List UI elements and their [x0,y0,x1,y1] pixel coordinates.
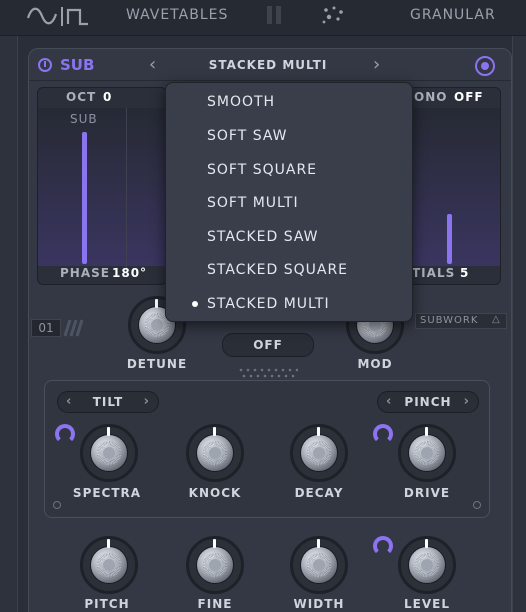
partials-bar [447,214,452,264]
mod-label: MOD [357,357,393,371]
mod-arc-icon[interactable] [373,536,393,556]
dropdown-item-label: STACKED SQUARE [207,262,349,278]
sub-display-left: OCT 0 SUB PHASE 180° [37,87,167,285]
dropdown-item-stacked-multi[interactable]: STACKED MULTI [166,288,412,320]
dropdown-item-stacked-square[interactable]: STACKED SQUARE [166,254,412,286]
preset-name[interactable]: STACKED MULTI [179,58,357,72]
dropdown-item-label: STACKED MULTI [207,296,330,312]
detune-label: DETUNE [126,357,188,371]
tilt-label: TILT [92,395,124,409]
chevron-right-icon[interactable]: › [144,392,150,412]
spectra-knob[interactable] [80,424,138,482]
oct-label: OCT [66,90,97,104]
spectra-label: SPECTRA [72,486,142,500]
level-knob[interactable] [398,536,456,594]
chevron-left-icon[interactable]: ‹ [386,392,392,412]
level-label: LEVEL [404,597,450,611]
partials-value[interactable]: 5 [460,266,469,280]
subwork-strip[interactable]: SUBWORK △ [415,313,507,329]
chevron-right-icon[interactable]: › [464,392,470,412]
panel-header: SUB ‹ STACKED MULTI › [29,49,511,81]
waveform-dropdown: SMOOTH SOFT SAW SOFT SQUARE SOFT MULTI S… [165,82,413,322]
pinch-selector[interactable]: ‹ PINCH › [377,391,479,413]
mono-value[interactable]: OFF [454,90,484,104]
dropdown-item-soft-multi[interactable]: SOFT MULTI [166,187,412,219]
width-knob[interactable] [290,536,348,594]
left-edge-strip [0,36,18,612]
subwork-label: SUBWORK [420,315,479,326]
phase-value[interactable]: 180° [112,266,147,280]
decay-label: DECAY [294,486,344,500]
top-bar: WAVETABLES GRANULAR [0,0,526,36]
dropdown-item-label: SMOOTH [207,94,276,110]
display-gradient [38,108,166,266]
width-label: WIDTH [293,597,345,611]
right-edge-strip [512,36,526,612]
drive-knob[interactable] [398,424,456,482]
mod-arc-icon[interactable] [373,424,393,444]
slot-stripes-icon [63,319,84,337]
sub-level-bar [82,132,87,264]
knock-label: KNOCK [188,486,242,500]
drive-label: DRIVE [403,486,451,500]
fine-knob[interactable] [186,536,244,594]
pause-icon [267,6,281,24]
dropdown-item-smooth[interactable]: SMOOTH [166,86,412,118]
knock-knob[interactable] [186,424,244,482]
dropdown-item-label: SOFT MULTI [207,195,299,211]
dropdown-item-label: SOFT SAW [207,128,288,144]
phase-label: PHASE [60,266,110,280]
off-button[interactable]: OFF [222,333,314,357]
fine-label: FINE [197,597,233,611]
power-icon[interactable] [38,58,52,72]
dropdown-item-label: SOFT SQUARE [207,162,318,178]
triangle-icon: △ [492,314,500,325]
waveform-icon[interactable] [26,4,96,28]
dropdown-item-soft-square[interactable]: SOFT SQUARE [166,154,412,186]
chevron-left-icon[interactable]: ‹ [66,392,72,412]
sub-wave-label: SUB [70,112,98,126]
mod-arc-icon[interactable] [55,424,75,444]
panel-title: SUB [60,56,95,74]
target-icon[interactable] [475,56,495,76]
chevron-left-icon[interactable]: ‹ [149,54,156,75]
mono-label: ONO [414,90,448,104]
chevron-right-icon[interactable]: › [373,54,380,75]
slot-number: 01 [31,319,61,337]
tilt-selector[interactable]: ‹ TILT › [57,391,159,413]
selected-bullet-icon [192,301,198,307]
particles-icon[interactable] [320,4,346,26]
corner-dot [53,501,61,509]
pinch-label: PINCH [404,395,452,409]
decay-knob[interactable] [290,424,348,482]
dropdown-item-label: STACKED SAW [207,229,319,245]
pitch-label: PITCH [84,597,130,611]
dropdown-item-soft-saw[interactable]: SOFT SAW [166,120,412,152]
pitch-knob[interactable] [80,536,138,594]
dropdown-item-stacked-saw[interactable]: STACKED SAW [166,221,412,253]
tab-wavetables[interactable]: WAVETABLES [126,7,228,23]
corner-dot [473,501,481,509]
display-divider [126,108,127,268]
partials-label: TIALS [412,266,456,280]
oct-value[interactable]: 0 [103,90,112,104]
tab-granular[interactable]: GRANULAR [410,7,496,23]
drag-handle-icon[interactable] [238,367,298,379]
